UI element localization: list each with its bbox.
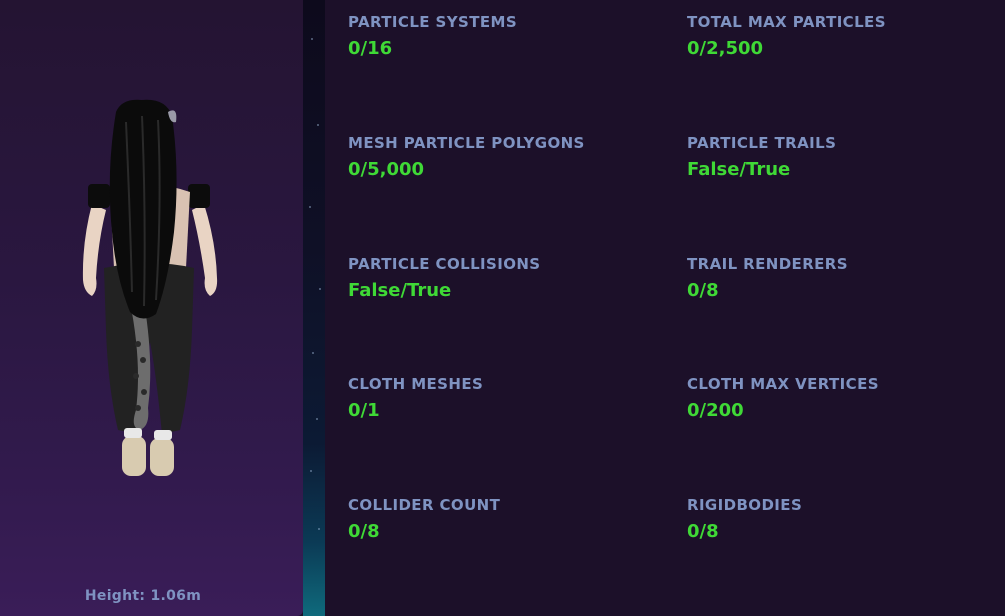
stat-value: False/True xyxy=(687,159,791,180)
stat-label: TRAIL RENDERERS xyxy=(687,255,848,273)
divider-star xyxy=(316,418,318,420)
stat-value: 0/200 xyxy=(687,400,744,421)
divider-star xyxy=(312,352,314,354)
stats-panel: PARTICLE SYSTEMS 0/16 TOTAL MAX PARTICLE… xyxy=(325,0,1005,616)
stat-label: PARTICLE TRAILS xyxy=(687,134,837,152)
stat-value: 0/8 xyxy=(687,521,719,542)
divider-star xyxy=(310,470,312,472)
avatar-preview-panel[interactable]: Height: 1.06m xyxy=(0,0,303,616)
divider-star xyxy=(318,528,320,530)
stat-value: 0/8 xyxy=(687,280,719,301)
stat-label: MESH PARTICLE POLYGONS xyxy=(348,134,585,152)
stat-particle-collisions: PARTICLE COLLISIONS False/True xyxy=(348,255,668,301)
stat-value: 0/5,000 xyxy=(348,159,425,180)
avatar-performance-stats-view: Height: 1.06m PARTICLE SYSTEMS 0/16 TOTA… xyxy=(0,0,1005,616)
panel-divider xyxy=(303,0,325,616)
stat-value: 0/1 xyxy=(348,400,380,421)
avatar-preview-image xyxy=(82,99,218,476)
stat-mesh-particle-polygons: MESH PARTICLE POLYGONS 0/5,000 xyxy=(348,134,668,180)
stat-particle-trails: PARTICLE TRAILS False/True xyxy=(687,134,1005,180)
stat-value: 0/2,500 xyxy=(687,38,764,59)
stat-value: 0/8 xyxy=(348,521,380,542)
stat-label: RIGIDBODIES xyxy=(687,496,803,514)
stat-label: PARTICLE COLLISIONS xyxy=(348,255,541,273)
divider-star xyxy=(319,288,321,290)
stat-label: CLOTH MAX VERTICES xyxy=(687,375,879,393)
stat-particle-systems: PARTICLE SYSTEMS 0/16 xyxy=(348,13,668,59)
stat-label: CLOTH MESHES xyxy=(348,375,484,393)
divider-star xyxy=(309,206,311,208)
stat-cloth-meshes: CLOTH MESHES 0/1 xyxy=(348,375,668,421)
avatar-height-label: Height: 1.06m xyxy=(84,588,202,604)
stat-label: COLLIDER COUNT xyxy=(348,496,501,514)
stat-label: TOTAL MAX PARTICLES xyxy=(687,13,886,31)
stat-collider-count: COLLIDER COUNT 0/8 xyxy=(348,496,668,542)
stat-cloth-max-vertices: CLOTH MAX VERTICES 0/200 xyxy=(687,375,1005,421)
stat-total-max-particles: TOTAL MAX PARTICLES 0/2,500 xyxy=(687,13,1005,59)
stat-rigidbodies: RIGIDBODIES 0/8 xyxy=(687,496,1005,542)
divider-star xyxy=(311,38,313,40)
stat-value: False/True xyxy=(348,280,452,301)
stat-trail-renderers: TRAIL RENDERERS 0/8 xyxy=(687,255,1005,301)
divider-star xyxy=(317,124,319,126)
stat-value: 0/16 xyxy=(348,38,393,59)
stat-label: PARTICLE SYSTEMS xyxy=(348,13,518,31)
